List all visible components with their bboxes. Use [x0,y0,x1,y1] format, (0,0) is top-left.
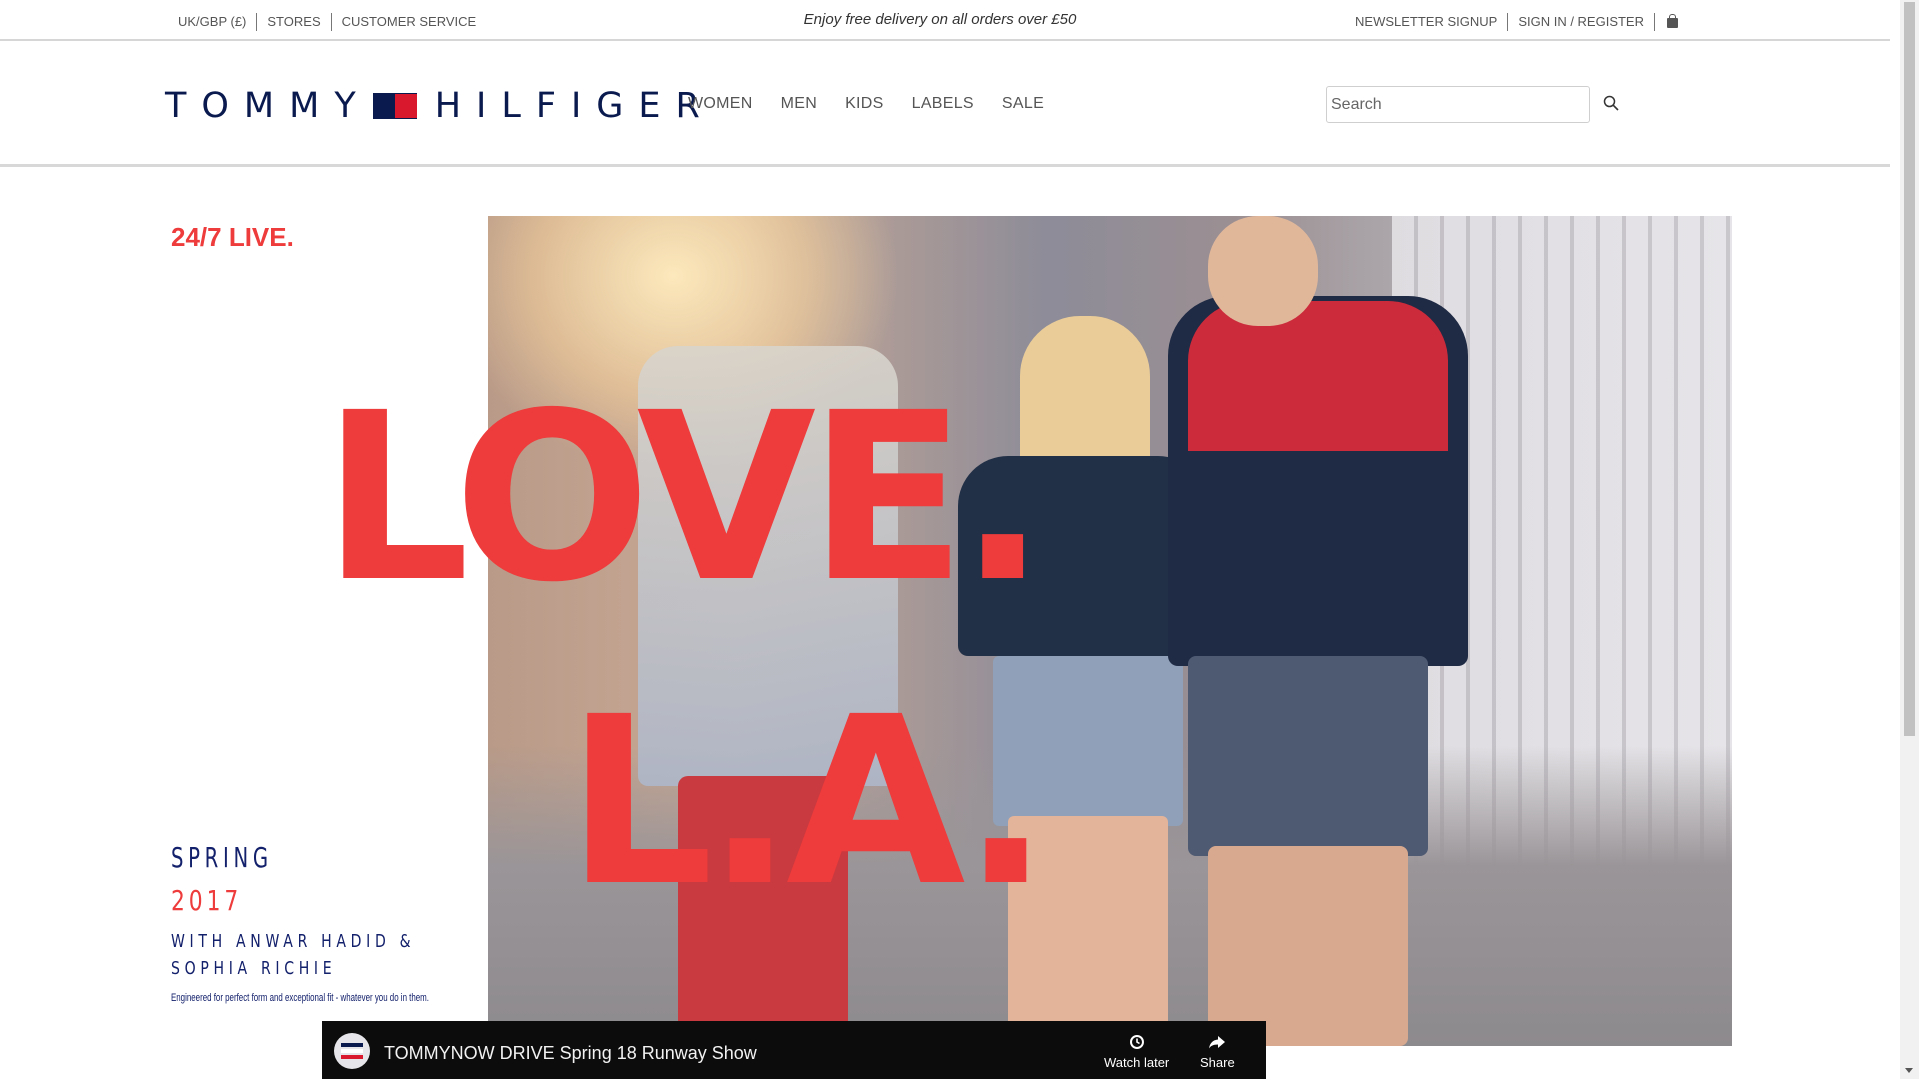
headline-la: L.A. [566,667,1050,937]
video-player-strip[interactable]: TOMMYNOW DRIVE Spring 18 Runway Show Wat… [322,1021,1266,1079]
model-right-shorts [1188,656,1428,856]
newsletter-signup-link[interactable]: NEWSLETTER SIGNUP [1345,14,1507,30]
flag-logo-icon [372,93,417,119]
campaign-info: SPRING 2017 WITH ANWAR HADID & SOPHIA RI… [171,838,551,1004]
main-nav: WOMEN MEN KIDS LABELS SALE [688,95,1072,113]
utility-links-right: NEWSLETTER SIGNUP SIGN IN / REGISTER [1345,13,1678,31]
live-tag: 24/7 LIVE. [171,222,294,252]
clock-icon [1129,1035,1144,1049]
model-right-head [1208,216,1318,326]
share-button[interactable]: Share [1200,1035,1235,1070]
share-arrow-icon [1209,1036,1226,1049]
headline-love: LOVE. [322,363,1047,633]
sign-in-register-link[interactable]: SIGN IN / REGISTER [1508,14,1654,30]
divider [1654,13,1655,31]
flag-stripe [372,93,417,119]
utility-bar: UK/GBP (£) STORES CUSTOMER SERVICE Enjoy… [0,0,1890,41]
search-icon[interactable] [1603,95,1619,111]
watch-later-button[interactable]: Watch later [1104,1035,1169,1070]
video-title[interactable]: TOMMYNOW DRIVE Spring 18 Runway Show [384,1043,757,1064]
search-input[interactable] [1326,86,1590,123]
nav-item-sale[interactable]: SALE [1002,95,1044,113]
logo-text-tommy: TOMMY [165,86,371,126]
logo-text-hilfiger: HILFIGER [434,86,715,126]
brand-logo[interactable]: TOMMY HILFIGER [165,87,715,125]
campaign-tagline: Engineered for perfect form and exceptio… [171,992,429,1004]
nav-item-kids[interactable]: KIDS [845,95,884,113]
main-header: TOMMY HILFIGER WOMEN MEN KIDS LABELS SAL… [0,41,1890,167]
scrollbar-thumb[interactable] [1904,2,1915,736]
model-right-legs [1208,846,1408,1046]
nav-item-men[interactable]: MEN [781,95,817,113]
model-right-jacket-red-panel [1188,301,1448,451]
nav-item-women[interactable]: WOMEN [688,95,753,113]
campaign-season: SPRING [171,841,273,874]
scroll-down-arrow-icon[interactable] [1905,1068,1913,1073]
shopping-bag-icon[interactable] [1667,14,1678,28]
share-label: Share [1200,1055,1235,1070]
page-scrollbar[interactable] [1900,0,1919,1079]
nav-item-labels[interactable]: LABELS [912,95,974,113]
campaign-with-line: WITH ANWAR HADID & SOPHIA RICHIE [171,931,416,979]
channel-avatar[interactable] [334,1033,370,1069]
watch-later-label: Watch later [1104,1055,1170,1070]
campaign-year: 2017 [171,884,243,917]
